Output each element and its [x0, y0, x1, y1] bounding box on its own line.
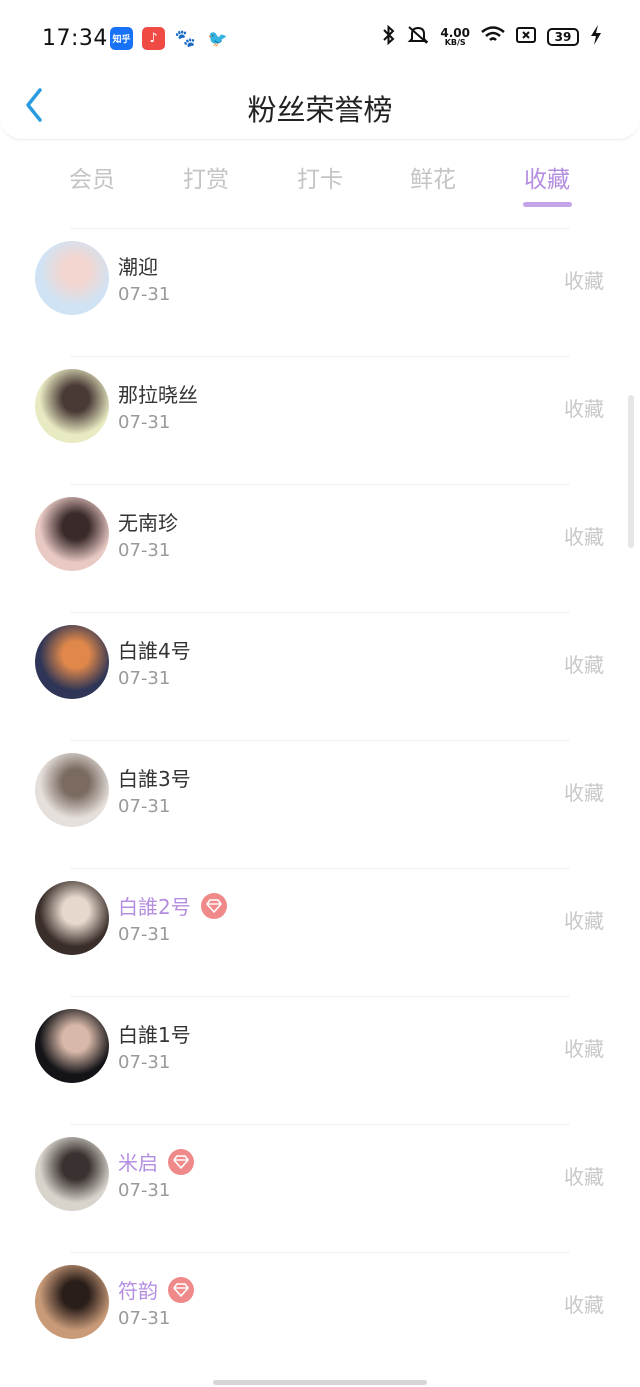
collect-action-label: 收藏 — [564, 269, 604, 293]
fan-date: 07-31 — [118, 1052, 171, 1073]
scrollbar[interactable] — [628, 395, 634, 548]
collect-action-label: 收藏 — [564, 1165, 604, 1189]
fan-name-text: 白誰4号 — [118, 639, 191, 663]
fan-name[interactable]: 那拉晓丝 — [118, 379, 198, 408]
tab-bar: 会员 打赏 打卡 鲜花 收藏 — [0, 150, 640, 210]
fan-list-item[interactable]: 无南珍 07-31 收藏 — [35, 484, 604, 612]
fan-name-text: 米启 — [118, 1151, 158, 1175]
status-app-icons: 知乎 ♪ 🐾 🐦 — [110, 27, 229, 50]
fan-name[interactable]: 无南珍 — [118, 507, 178, 536]
tab-flowers[interactable]: 鲜花 — [383, 160, 483, 194]
fan-list-item[interactable]: 米启 07-31 收藏 — [35, 1124, 604, 1252]
network-speed: 4.00 KB/S — [440, 27, 470, 47]
tab-collection[interactable]: 收藏 — [497, 160, 597, 194]
fan-date: 07-31 — [118, 796, 171, 817]
fan-date: 07-31 — [118, 540, 171, 561]
avatar[interactable] — [35, 1137, 109, 1211]
fan-list: 潮迎 07-31 收藏 那拉晓丝 07-31 收藏 无南珍 07-31 收藏 白誰4号 07-31 收… — [0, 228, 640, 1380]
fan-list-item[interactable]: 潮迎 07-31 收藏 — [35, 228, 604, 356]
network-speed-unit: KB/S — [444, 38, 466, 47]
fan-name[interactable]: 符韵 — [118, 1275, 194, 1304]
fan-name-text: 潮迎 — [118, 255, 158, 279]
avatar[interactable] — [35, 881, 109, 955]
status-indicators: 4.00 KB/S 39 — [382, 24, 602, 49]
active-tab-indicator — [523, 202, 572, 207]
fan-name[interactable]: 白誰3号 — [118, 763, 191, 792]
fan-name-text: 白誰3号 — [118, 767, 191, 791]
avatar[interactable] — [35, 497, 109, 571]
fan-date: 07-31 — [118, 1180, 171, 1201]
avatar[interactable] — [35, 625, 109, 699]
avatar[interactable] — [35, 1009, 109, 1083]
tab-checkin[interactable]: 打卡 — [270, 160, 370, 194]
bluetooth-icon — [382, 24, 396, 49]
fan-date: 07-31 — [118, 412, 171, 433]
fan-name-text: 符韵 — [118, 1279, 158, 1303]
status-time: 17:34 — [42, 26, 108, 51]
avatar[interactable] — [35, 753, 109, 827]
baidu-app-icon: 🐾 — [174, 28, 197, 49]
fan-name[interactable]: 米启 — [118, 1147, 194, 1176]
fan-list-item[interactable]: 符韵 07-31 收藏 — [35, 1252, 604, 1380]
fan-name[interactable]: 白誰4号 — [118, 635, 191, 664]
avatar[interactable] — [35, 241, 109, 315]
collect-action-label: 收藏 — [564, 397, 604, 421]
fan-name[interactable]: 白誰2号 — [118, 891, 227, 920]
fan-list-item[interactable]: 白誰1号 07-31 收藏 — [35, 996, 604, 1124]
collect-action-label: 收藏 — [564, 1293, 604, 1317]
fan-date: 07-31 — [118, 1308, 171, 1329]
battery-level: 39 — [547, 28, 579, 46]
sim-card-icon — [516, 27, 536, 47]
fan-date: 07-31 — [118, 284, 171, 305]
fan-list-item[interactable]: 白誰4号 07-31 收藏 — [35, 612, 604, 740]
diamond-icon — [168, 1276, 194, 1303]
zhihu-app-icon: 知乎 — [110, 27, 133, 50]
home-indicator[interactable] — [213, 1380, 427, 1385]
mute-bell-icon — [407, 25, 429, 49]
charging-icon — [590, 25, 602, 49]
fan-date: 07-31 — [118, 924, 171, 945]
fan-list-item[interactable]: 白誰3号 07-31 收藏 — [35, 740, 604, 868]
collect-action-label: 收藏 — [564, 909, 604, 933]
collect-action-label: 收藏 — [564, 653, 604, 677]
status-bar: 17:34 知乎 ♪ 🐾 🐦 4.00 KB/S 39 — [0, 0, 640, 78]
diamond-icon — [168, 1148, 194, 1175]
fan-name-text: 白誰1号 — [118, 1023, 191, 1047]
fan-name[interactable]: 潮迎 — [118, 251, 158, 280]
collect-action-label: 收藏 — [564, 1037, 604, 1061]
fan-name[interactable]: 白誰1号 — [118, 1019, 191, 1048]
avatar[interactable] — [35, 1265, 109, 1339]
fan-name-text: 无南珍 — [118, 511, 178, 535]
tab-membership[interactable]: 会员 — [42, 160, 142, 194]
fan-name-text: 那拉晓丝 — [118, 383, 198, 407]
page-title: 粉丝荣誉榜 — [247, 93, 393, 127]
diamond-icon — [200, 892, 227, 919]
avatar[interactable] — [35, 369, 109, 443]
fan-list-item[interactable]: 那拉晓丝 07-31 收藏 — [35, 356, 604, 484]
collect-action-label: 收藏 — [564, 525, 604, 549]
tab-tipping[interactable]: 打赏 — [156, 160, 256, 194]
wifi-icon — [481, 26, 505, 48]
bird-app-icon: 🐦 — [207, 29, 228, 48]
fan-date: 07-31 — [118, 668, 171, 689]
fan-list-item[interactable]: 白誰2号 07-31 收藏 — [35, 868, 604, 996]
navigation-header: 粉丝荣誉榜 — [0, 70, 640, 140]
music-app-icon: ♪ — [142, 27, 165, 50]
collect-action-label: 收藏 — [564, 781, 604, 805]
fan-name-text: 白誰2号 — [118, 895, 191, 919]
